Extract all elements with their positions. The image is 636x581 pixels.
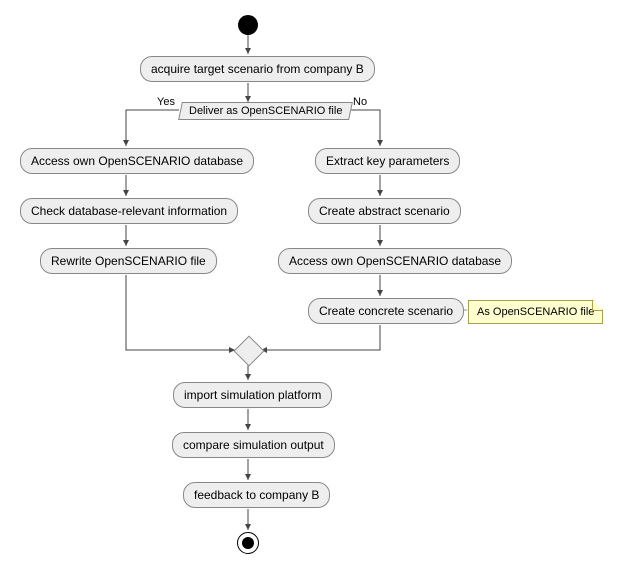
activity-label: Access own OpenSCENARIO database xyxy=(289,254,501,268)
note-openscenario: As OpenSCENARIO file xyxy=(468,300,603,324)
activity-label: Create abstract scenario xyxy=(319,204,450,218)
activity-label: compare simulation output xyxy=(183,438,324,452)
activity-label: feedback to company B xyxy=(194,488,319,502)
activity-yes-0: Access own OpenSCENARIO database xyxy=(20,148,254,174)
activity-label: Access own OpenSCENARIO database xyxy=(31,154,243,168)
activity-after-2: feedback to company B xyxy=(183,482,330,508)
edge-label-yes: Yes xyxy=(157,96,175,108)
activity-yes-1: Check database-relevant information xyxy=(20,198,238,224)
decision-deliver: Deliver as OpenSCENARIO file xyxy=(178,102,353,120)
activity-label: import simulation platform xyxy=(184,388,321,402)
activity-no-0: Extract key parameters xyxy=(315,148,460,174)
activity-label: Check database-relevant information xyxy=(31,204,227,218)
merge-node xyxy=(233,335,264,366)
activity-after-0: import simulation platform xyxy=(173,382,332,408)
activity-after-1: compare simulation output xyxy=(172,432,335,458)
decision-label-text: Deliver as OpenSCENARIO file xyxy=(189,105,342,117)
activity-label: Rewrite OpenSCENARIO file xyxy=(51,254,206,268)
note-text: As OpenSCENARIO file xyxy=(477,306,594,318)
activity-no-3: Create concrete scenario xyxy=(308,298,464,324)
start-node xyxy=(238,15,258,35)
activity-acquire: acquire target scenario from company B xyxy=(140,56,375,82)
activity-no-2: Access own OpenSCENARIO database xyxy=(278,248,512,274)
activity-label: Extract key parameters xyxy=(326,154,449,168)
activity-label: acquire target scenario from company B xyxy=(151,62,364,76)
end-node xyxy=(237,532,259,554)
activity-no-1: Create abstract scenario xyxy=(308,198,461,224)
activity-label: Create concrete scenario xyxy=(319,304,453,318)
activity-yes-2: Rewrite OpenSCENARIO file xyxy=(40,248,217,274)
edge-label-no: No xyxy=(353,96,367,108)
